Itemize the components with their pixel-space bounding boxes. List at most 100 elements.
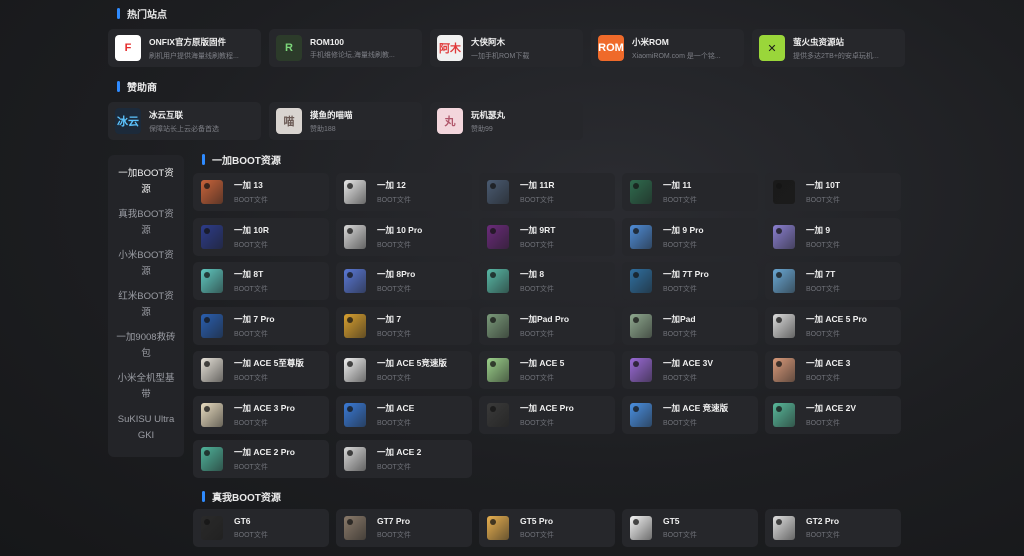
phone-thumbnail	[487, 313, 509, 338]
device-subtitle: BOOT文件	[377, 464, 411, 471]
device-card[interactable]: 一加 12 BOOT文件	[336, 173, 472, 211]
site-card[interactable]: 冰云 冰云互联 保障站长上云必备首选	[108, 102, 261, 140]
device-card[interactable]: 一加 10T BOOT文件	[765, 173, 901, 211]
site-logo: F	[115, 35, 141, 61]
device-subtitle: BOOT文件	[234, 532, 268, 539]
device-card[interactable]: GT5 BOOT文件	[622, 509, 758, 547]
device-card[interactable]: 一加 7 BOOT文件	[336, 306, 472, 345]
device-card[interactable]: 一加 10 Pro BOOT文件	[336, 217, 472, 256]
site-card[interactable]: 喵摸鱼的喵喵 赞助188	[269, 102, 422, 140]
device-card[interactable]: 一加Pad BOOT文件	[622, 306, 758, 345]
device-card[interactable]: 一加 ACE 2 BOOT文件	[336, 440, 472, 478]
phone-thumbnail	[630, 224, 652, 249]
device-text: 一加 ACE 5 BOOT文件	[520, 357, 564, 383]
site-card[interactable]: F ONFIX官方原版固件 刷机用户提供海量线刷教程...	[108, 29, 261, 67]
device-card[interactable]: 一加 ACE 竞速版 BOOT文件	[622, 395, 758, 434]
device-card[interactable]: 一加 ACE 5 BOOT文件	[479, 351, 615, 389]
device-text: 一加 ACE 3 BOOT文件	[806, 357, 850, 383]
device-text: GT7 Pro BOOT文件	[377, 516, 411, 540]
sidebar-nav-item[interactable]: 红米BOOT资源	[108, 289, 184, 321]
phone-thumbnail	[630, 313, 652, 338]
device-card[interactable]: 一加 ACE 2 Pro BOOT文件	[193, 440, 329, 478]
device-card[interactable]: 一加 ACE BOOT文件	[336, 395, 472, 434]
device-subtitle: BOOT文件	[377, 330, 411, 338]
nav-page: 热门站点 F ONFIX官方原版固件 刷机用户提供海量线刷教程... R ROM100 手…	[0, 0, 1024, 556]
realme-device-grid: GT6 BOOT文件 GT7 Pro BOOT文件 GT5 Pro BOOT文件 GT5 BO…	[193, 509, 901, 547]
phone-thumbnail	[344, 180, 366, 204]
device-text: GT5 BOOT文件	[663, 516, 697, 540]
device-card[interactable]: GT6 BOOT文件	[193, 509, 329, 547]
device-subtitle: BOOT文件	[234, 286, 268, 293]
device-card[interactable]: GT5 Pro BOOT文件	[479, 509, 615, 547]
phone-thumbnail	[344, 224, 366, 249]
site-card[interactable]: 丸玩机瑟丸 赞助99	[430, 102, 583, 140]
device-text: 一加 11R BOOT文件	[520, 179, 555, 205]
device-text: 一加 9 BOOT文件	[806, 224, 840, 250]
device-name: 一加 8	[520, 269, 545, 279]
device-card[interactable]: 一加 ACE 2V BOOT文件	[765, 395, 901, 434]
sidebar-nav-item[interactable]: 小米BOOT资源	[108, 248, 184, 280]
device-name: 一加 7T Pro	[663, 269, 709, 279]
device-card[interactable]: 一加 11R BOOT文件	[479, 173, 615, 211]
site-desc: 保障站长上云必备首选	[149, 125, 219, 133]
device-card[interactable]: 一加 9 Pro BOOT文件	[622, 217, 758, 256]
device-card[interactable]: 一加 ACE 3 Pro BOOT文件	[193, 395, 329, 434]
site-card[interactable]: ✕ 萤火虫资源站 提供多达2TB+的安卓玩机...	[752, 29, 905, 67]
device-name: GT7 Pro	[377, 516, 411, 526]
device-subtitle: BOOT文件	[377, 197, 411, 204]
site-card[interactable]: ROM 小米ROM XiaomiROM.com 是一个铭...	[591, 29, 744, 67]
device-subtitle: BOOT文件	[234, 241, 268, 249]
device-subtitle: BOOT文件	[520, 532, 554, 539]
sidebar-nav-item[interactable]: 小米全机型基带	[108, 371, 184, 403]
device-card[interactable]: 一加 8 BOOT文件	[479, 262, 615, 300]
device-text: 一加Pad Pro BOOT文件	[520, 313, 569, 339]
device-card[interactable]: GT2 Pro BOOT文件	[765, 509, 901, 547]
site-text: 冰云互联 保障站长上云必备首选	[149, 109, 257, 134]
device-text: 一加 ACE 3 Pro BOOT文件	[234, 402, 295, 428]
sidebar-nav-item[interactable]: SuKISU Ultra GKI	[108, 412, 184, 444]
device-name: 一加 ACE 2V	[806, 402, 857, 413]
device-name: 一加 ACE 2 Pro	[234, 447, 295, 457]
device-text: 一加 ACE 2V BOOT文件	[806, 402, 856, 428]
sidebar-nav-item[interactable]: 一加9008救砖包	[108, 330, 184, 362]
device-card[interactable]: 一加 ACE 3V BOOT文件	[622, 351, 758, 389]
device-card[interactable]: 一加 10R BOOT文件	[193, 217, 329, 256]
device-card[interactable]: 一加 9 BOOT文件	[765, 217, 901, 256]
device-text: 一加 10R BOOT文件	[234, 224, 269, 250]
device-card[interactable]: GT7 Pro BOOT文件	[336, 509, 472, 547]
site-card[interactable]: 阿木 大侠阿木 一加手机ROM下载	[430, 29, 583, 67]
sidebar-nav-item[interactable]: 真我BOOT资源	[108, 207, 184, 239]
device-subtitle: BOOT文件	[663, 286, 697, 293]
device-card[interactable]: 一加 ACE Pro BOOT文件	[479, 395, 615, 434]
site-logo: R	[276, 35, 302, 61]
sidebar-nav-item[interactable]: 一加BOOT资源	[108, 162, 184, 202]
device-card[interactable]: 一加 ACE 5 Pro BOOT文件	[765, 306, 901, 345]
phone-thumbnail	[630, 516, 652, 540]
device-name: 一加 ACE 3V	[663, 358, 714, 368]
site-card[interactable]: R ROM100 手机维修论坛,海量线刷教...	[269, 29, 422, 67]
device-name: 一加 ACE 2	[377, 447, 422, 457]
device-card[interactable]: 一加 7 Pro BOOT文件	[193, 306, 329, 345]
device-card[interactable]: 一加 ACE 3 BOOT文件	[765, 351, 901, 389]
phone-thumbnail	[630, 402, 652, 427]
phone-thumbnail	[773, 269, 795, 293]
device-name: 一加 9RT	[520, 224, 556, 235]
device-card[interactable]: 一加 7T Pro BOOT文件	[622, 262, 758, 300]
site-name: ONFIX官方原版固件	[149, 36, 226, 47]
device-text: 一加 10T BOOT文件	[806, 179, 840, 205]
device-card[interactable]: 一加 13 BOOT文件	[193, 173, 329, 211]
device-card[interactable]: 一加 7T BOOT文件	[765, 262, 901, 300]
site-text: 大侠阿木 一加手机ROM下载	[471, 36, 579, 61]
oneplus-section-title: 一加BOOT资源	[202, 152, 281, 167]
device-name: 一加 11R	[520, 180, 555, 190]
device-card[interactable]: 一加Pad Pro BOOT文件	[479, 306, 615, 345]
device-card[interactable]: 一加 11 BOOT文件	[622, 173, 758, 211]
device-card[interactable]: 一加 8Pro BOOT文件	[336, 262, 472, 300]
device-card[interactable]: 一加 9RT BOOT文件	[479, 217, 615, 256]
device-card[interactable]: 一加 8T BOOT文件	[193, 262, 329, 300]
device-name: 一加 ACE 5 Pro	[806, 313, 867, 324]
device-name: 一加 10T	[806, 180, 841, 190]
device-card[interactable]: 一加 ACE 5竞速版 BOOT文件	[336, 351, 472, 389]
device-subtitle: BOOT文件	[663, 330, 697, 338]
device-card[interactable]: 一加 ACE 5至尊版 BOOT文件	[193, 351, 329, 389]
